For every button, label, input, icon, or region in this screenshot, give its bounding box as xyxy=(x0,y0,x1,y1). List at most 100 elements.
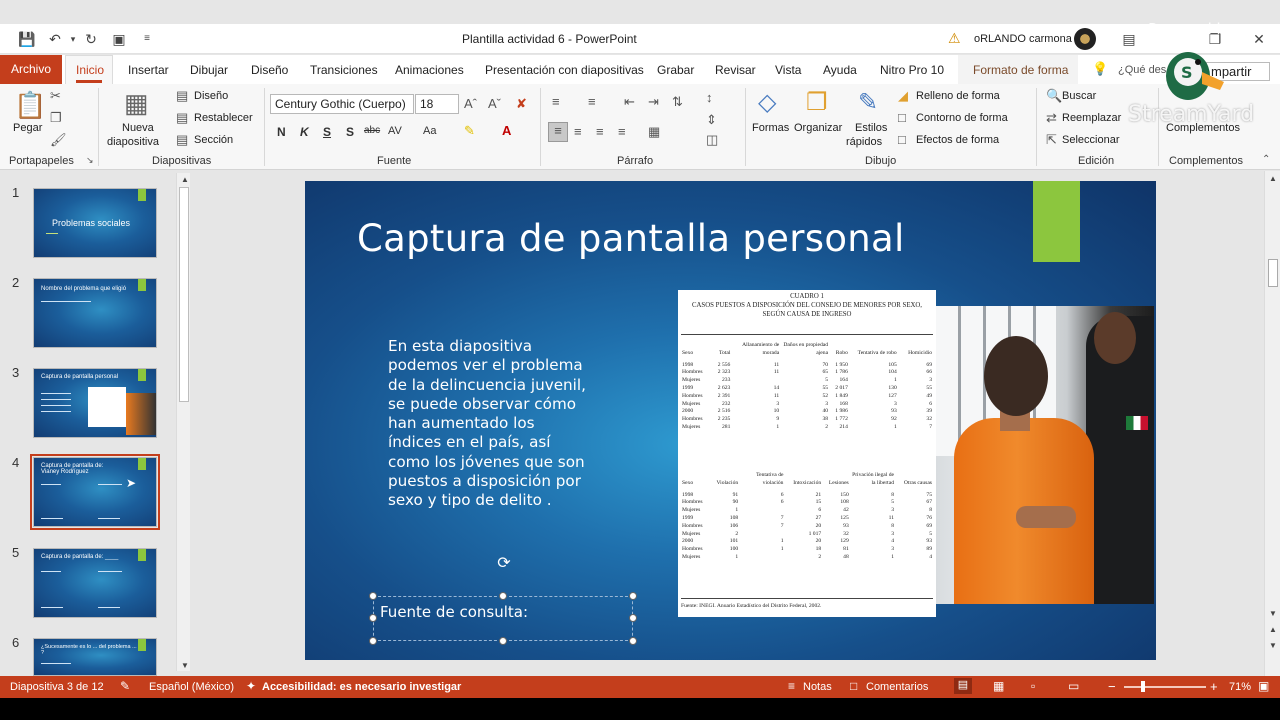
smartart-icon[interactable]: ◫ xyxy=(706,132,718,148)
tab-presentacion[interactable]: Presentación con diapositivas xyxy=(485,63,644,77)
shadow-button[interactable]: S xyxy=(346,125,354,139)
thumbnail-slide-2[interactable]: Nombre del problema que eligió xyxy=(33,278,157,348)
new-slide-icon[interactable]: ▦ xyxy=(124,88,149,119)
resize-handle[interactable] xyxy=(369,614,377,622)
slide-scrollbar[interactable]: ▲ ▼ ▲ ▼ xyxy=(1264,171,1280,676)
redo-icon[interactable]: ↻ xyxy=(82,30,100,48)
shape-effects-button[interactable]: Efectos de forma xyxy=(916,134,999,146)
find-button[interactable]: Buscar xyxy=(1062,90,1096,102)
quick-styles-button-line2[interactable]: rápidos xyxy=(846,136,882,148)
shrink-font-icon[interactable]: Aˇ xyxy=(488,96,501,111)
scrollbar-thumb[interactable] xyxy=(179,187,189,402)
resize-handle[interactable] xyxy=(499,592,507,600)
new-slide-button-line2[interactable]: diapositiva xyxy=(107,136,159,148)
language-indicator[interactable]: Español (México) xyxy=(149,681,234,693)
shape-fill-button[interactable]: Relleno de forma xyxy=(916,90,1000,102)
spellcheck-icon[interactable]: ✎ xyxy=(120,679,130,693)
tab-diseno[interactable]: Diseño xyxy=(251,63,288,77)
align-center-icon[interactable]: ≡ xyxy=(574,124,582,139)
paste-icon[interactable]: 📋 xyxy=(14,90,46,121)
ribbon-display-icon[interactable]: ▤ xyxy=(1120,30,1138,48)
thumbnail-slide-3[interactable]: Captura de pantalla personal xyxy=(33,368,157,438)
scrollbar-thumb[interactable] xyxy=(1268,259,1278,287)
clipboard-launcher-icon[interactable]: ↘ xyxy=(86,155,94,166)
quick-styles-icon[interactable]: ✎ xyxy=(858,88,878,117)
change-case-button[interactable]: Aa xyxy=(423,125,436,137)
tab-grabar[interactable]: Grabar xyxy=(657,63,694,77)
columns-icon[interactable]: ▦ xyxy=(648,124,660,140)
slideshow-icon[interactable]: ▣ xyxy=(110,30,128,48)
thumbnail-scrollbar[interactable]: ▲ ▼ xyxy=(176,173,190,671)
resize-handle[interactable] xyxy=(499,637,507,645)
current-slide[interactable]: Captura de pantalla personal En esta dia… xyxy=(305,181,1156,660)
next-slide-icon[interactable]: ▼ xyxy=(1268,641,1278,650)
user-name[interactable]: oRLANDO carmona xyxy=(974,33,1072,45)
tab-revisar[interactable]: Revisar xyxy=(715,63,756,77)
replace-button[interactable]: Reemplazar xyxy=(1062,112,1121,124)
tab-animaciones[interactable]: Animaciones xyxy=(395,63,464,77)
avatar[interactable] xyxy=(1074,28,1096,50)
copy-icon[interactable]: ❐ xyxy=(50,110,62,126)
undo-dropdown-icon[interactable]: ▾ xyxy=(64,30,82,48)
prev-slide-icon[interactable]: ▲ xyxy=(1268,625,1278,634)
resize-handle[interactable] xyxy=(629,614,637,622)
tab-nitro[interactable]: Nitro Pro 10 xyxy=(880,63,944,77)
resize-handle[interactable] xyxy=(369,637,377,645)
font-color-icon[interactable]: A xyxy=(502,123,511,138)
thumbnail-slide-1[interactable]: Problemas sociales xyxy=(33,188,157,258)
quick-styles-button[interactable]: Estilos xyxy=(855,122,887,134)
accessibility-status[interactable]: Accesibilidad: es necesario investigar xyxy=(262,681,461,693)
comments-button[interactable]: Comentarios xyxy=(866,681,928,693)
slide-title[interactable]: Captura de pantalla personal xyxy=(357,217,905,260)
thumbnail-slide-5[interactable]: Captura de pantalla de: ____ xyxy=(33,548,157,618)
resize-handle[interactable] xyxy=(629,637,637,645)
slide-sorter-icon[interactable]: ▦ xyxy=(993,679,1004,693)
save-icon[interactable]: 💾 xyxy=(18,30,36,48)
tab-vista[interactable]: Vista xyxy=(775,63,801,77)
highlight-icon[interactable]: ✎ xyxy=(464,123,475,139)
slide-body-text[interactable]: En esta diapositiva podemos ver el probl… xyxy=(388,337,588,511)
scroll-down-icon[interactable]: ▼ xyxy=(180,661,190,670)
scroll-up-icon[interactable]: ▲ xyxy=(1268,174,1278,183)
new-slide-button[interactable]: Nueva xyxy=(122,122,154,134)
thumbnail-slide-6[interactable]: ¿Sucesamente es lo ... del problema ... … xyxy=(33,638,157,676)
notes-button[interactable]: Notas xyxy=(803,681,832,693)
source-textbox[interactable]: Fuente de consulta: xyxy=(373,596,633,641)
numbering-icon[interactable]: ≡ xyxy=(588,94,596,109)
tell-me-search[interactable]: ¿Qué des xyxy=(1118,64,1166,76)
tab-ayuda[interactable]: Ayuda xyxy=(823,63,857,77)
shape-outline-button[interactable]: Contorno de forma xyxy=(916,112,1008,124)
resize-handle[interactable] xyxy=(629,592,637,600)
char-spacing-button[interactable]: AV xyxy=(388,125,402,137)
grow-font-icon[interactable]: Aˆ xyxy=(464,96,477,111)
customize-qat-icon[interactable]: ≡ xyxy=(138,30,156,48)
undo-icon[interactable]: ↶ xyxy=(46,30,64,48)
reading-view-icon[interactable]: ▫ xyxy=(1031,679,1035,693)
format-painter-icon[interactable]: 🖌 xyxy=(50,132,67,148)
layout-button[interactable]: Diseño xyxy=(194,90,228,102)
collapse-ribbon-icon[interactable]: ⌃ xyxy=(1262,154,1270,165)
font-size-select[interactable]: 18 xyxy=(415,94,459,114)
arrange-icon[interactable]: ❐ xyxy=(806,88,828,117)
lightbulb-icon[interactable]: 💡 xyxy=(1092,61,1108,77)
resize-handle[interactable] xyxy=(369,592,377,600)
underline-button[interactable]: S xyxy=(323,125,331,139)
line-spacing-icon[interactable]: ⇅ xyxy=(672,94,683,110)
zoom-slider-handle[interactable] xyxy=(1141,681,1145,692)
scroll-down-icon[interactable]: ▼ xyxy=(1268,609,1278,618)
arrange-button[interactable]: Organizar xyxy=(794,122,842,134)
scroll-up-icon[interactable]: ▲ xyxy=(180,175,190,184)
tab-insertar[interactable]: Insertar xyxy=(128,63,169,77)
select-button[interactable]: Seleccionar xyxy=(1062,134,1119,146)
juvenile-arrest-photo[interactable] xyxy=(936,306,1154,604)
zoom-out-icon[interactable]: − xyxy=(1108,679,1116,694)
shapes-icon[interactable]: ◇ xyxy=(758,88,776,117)
shapes-button[interactable]: Formas xyxy=(752,122,789,134)
zoom-level[interactable]: 71% xyxy=(1229,681,1251,693)
align-text-icon[interactable]: ⇕ xyxy=(706,112,717,128)
tab-inicio[interactable]: Inicio xyxy=(65,55,113,84)
decrease-indent-icon[interactable]: ⇤ xyxy=(624,94,635,110)
text-direction-icon[interactable]: ↕ xyxy=(706,90,713,105)
reset-button[interactable]: Restablecer xyxy=(194,112,253,124)
font-name-select[interactable]: Century Gothic (Cuerpo) xyxy=(270,94,414,114)
